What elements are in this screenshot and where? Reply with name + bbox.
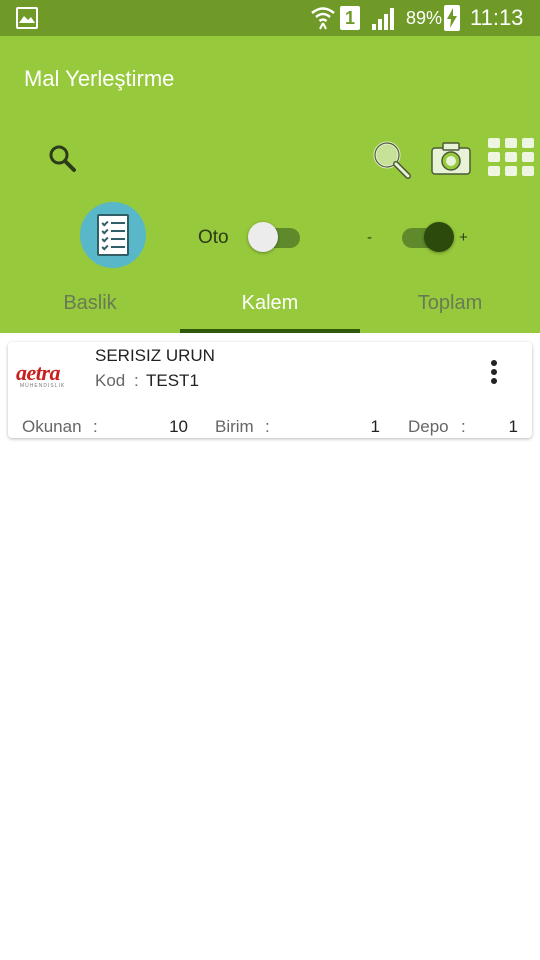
search-icon[interactable] xyxy=(46,142,80,176)
depo-value: 1 xyxy=(508,417,518,436)
status-time: 11:13 xyxy=(470,5,524,30)
checklist-icon[interactable] xyxy=(80,202,146,268)
okunan-value: 10 xyxy=(169,417,188,436)
app-bar: Mal Yerleştirme Oto - + Baslik Kalem Top… xyxy=(0,36,540,333)
list-item[interactable]: aetra MÜHENDISLIK SERISIZ URUN Kod : TES… xyxy=(8,342,532,438)
plus-label: + xyxy=(459,229,468,246)
depo-separator: : xyxy=(461,417,466,436)
tab-toplam[interactable]: Toplam xyxy=(360,284,540,333)
tab-baslik[interactable]: Baslik xyxy=(0,284,180,333)
oto-toggle[interactable] xyxy=(246,219,302,255)
status-bar: 1 89% 11:13 xyxy=(0,0,540,36)
gallery-notification-icon xyxy=(16,7,38,29)
more-options-icon[interactable] xyxy=(482,358,506,386)
camera-icon[interactable] xyxy=(430,140,472,176)
sim-slot-icon: 1 xyxy=(340,6,360,30)
grid-menu-icon[interactable] xyxy=(488,138,534,180)
kod-label: Kod xyxy=(95,371,126,390)
tab-indicator xyxy=(180,329,360,333)
kod-value: TEST1 xyxy=(146,371,199,390)
signal-icon xyxy=(372,8,394,30)
birim-value: 1 xyxy=(370,417,380,436)
oto-label: Oto xyxy=(198,227,229,248)
wifi-icon xyxy=(311,7,335,30)
birim-separator: : xyxy=(265,417,270,436)
minus-label: - xyxy=(367,229,372,246)
battery-charging-icon xyxy=(444,5,460,31)
magnifier-icon[interactable] xyxy=(370,138,412,180)
okunan-label: Okunan xyxy=(22,417,82,436)
tab-kalem[interactable]: Kalem xyxy=(180,284,360,333)
kod-separator: : xyxy=(134,371,139,390)
page-title: Mal Yerleştirme xyxy=(24,66,175,91)
logo-subtext: MÜHENDISLIK xyxy=(20,383,66,389)
depo-label: Depo xyxy=(408,417,449,436)
company-logo: aetra MÜHENDISLIK xyxy=(10,360,82,389)
plus-minus-toggle[interactable] xyxy=(398,219,454,255)
product-name: SERISIZ URUN xyxy=(95,346,215,365)
battery-percent: 89% xyxy=(406,8,443,28)
okunan-separator: : xyxy=(93,417,98,436)
birim-label: Birim xyxy=(215,417,254,436)
